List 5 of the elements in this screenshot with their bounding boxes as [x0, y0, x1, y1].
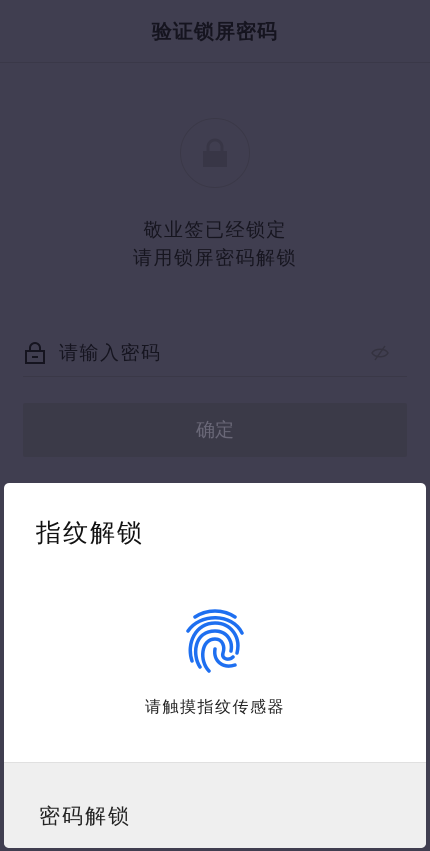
- sensor-hint: 请触摸指纹传感器: [145, 697, 285, 718]
- sheet-title: 指纹解锁: [36, 517, 144, 549]
- fingerprint-icon: [185, 609, 245, 675]
- padlock-icon: [25, 342, 45, 364]
- password-unlock-button[interactable]: 密码解锁: [4, 762, 426, 848]
